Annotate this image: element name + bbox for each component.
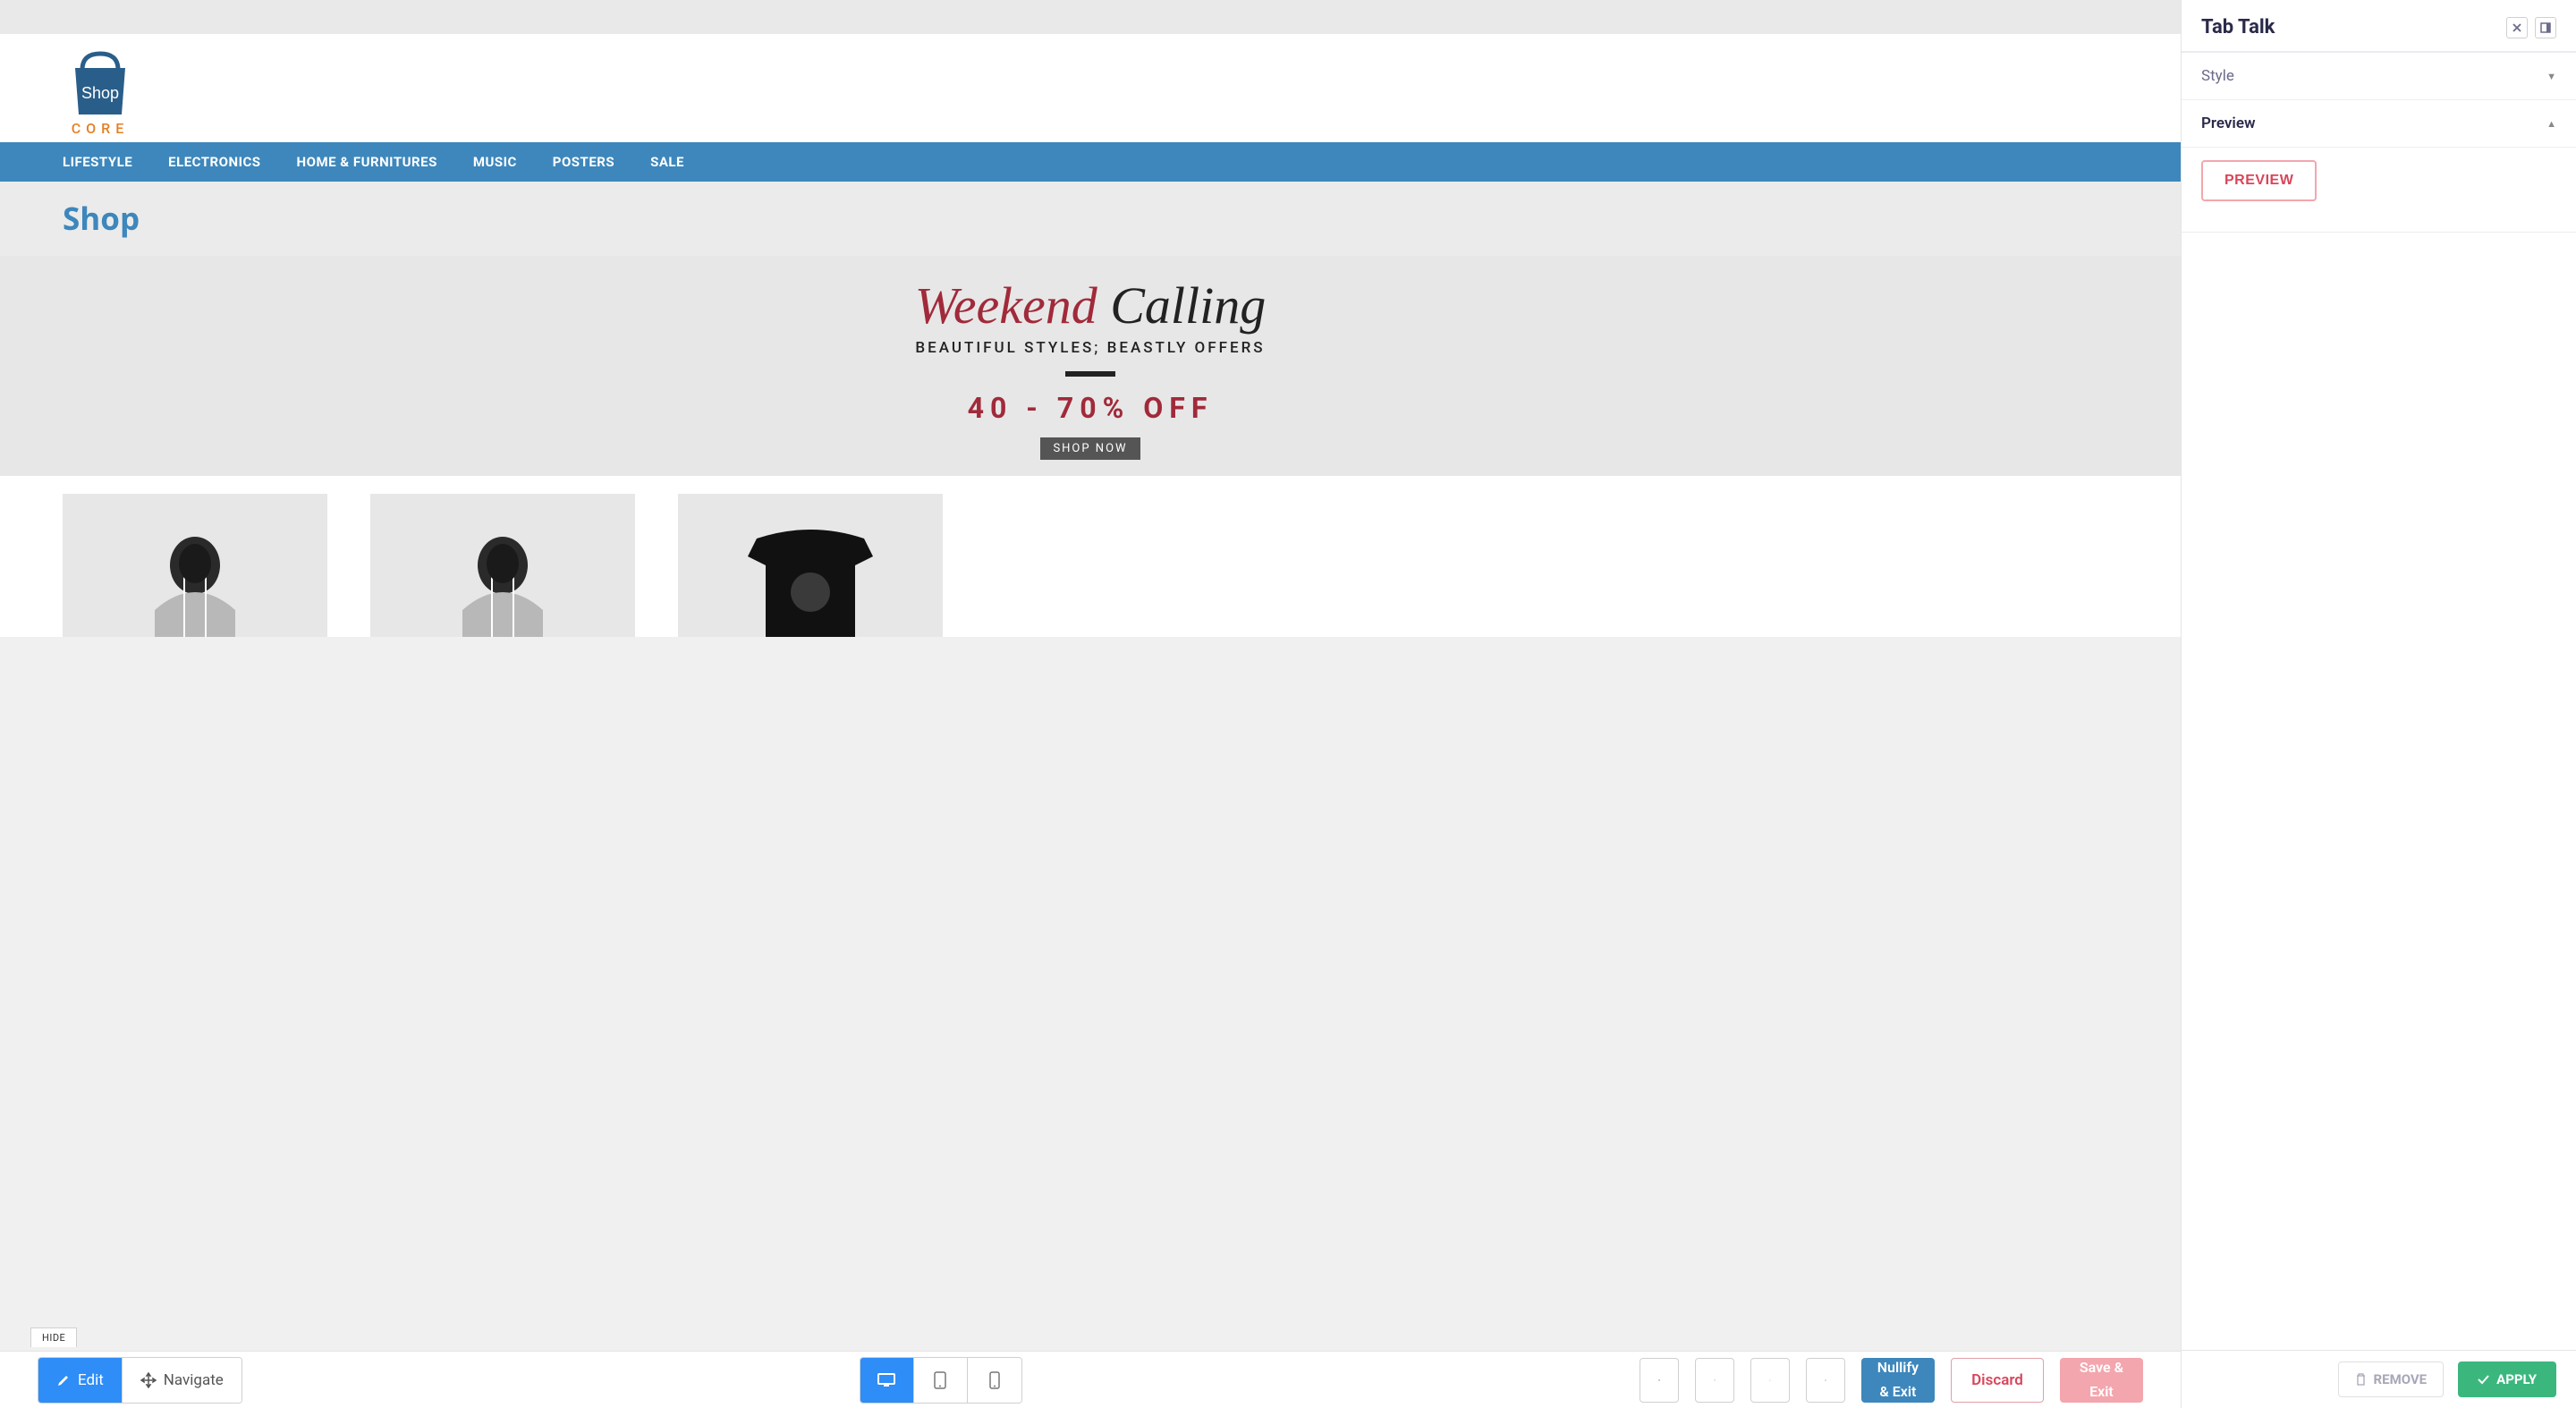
preview-section-content: PREVIEW: [2182, 148, 2576, 233]
nav-electronics[interactable]: ELECTRONICS: [168, 154, 260, 170]
nav-music[interactable]: MUSIC: [473, 154, 517, 170]
desktop-view-button[interactable]: [860, 1358, 914, 1403]
nullify-exit-button[interactable]: Nullify & Exit: [1861, 1358, 1935, 1403]
page-title: Shop: [63, 198, 2118, 240]
remove-button: REMOVE: [2338, 1361, 2445, 1397]
banner-divider: [1065, 371, 1115, 377]
tablet-view-button[interactable]: [914, 1358, 968, 1403]
pencil-icon: [56, 1373, 71, 1387]
mobile-icon: [989, 1371, 1000, 1389]
page-title-bar: Shop: [0, 182, 2181, 256]
trash-icon: [2355, 1373, 2367, 1386]
mode-group: Edit Navigate: [38, 1357, 242, 1404]
promo-banner: Weekend Calling BEAUTIFUL STYLES; BEASTL…: [0, 256, 2181, 476]
site-header: Shop CORE: [0, 34, 2181, 142]
save-exit-button[interactable]: Save & Exit: [2060, 1358, 2143, 1403]
hide-tab[interactable]: HIDE: [30, 1327, 77, 1347]
banner-subtitle: BEAUTIFUL STYLES; BEASTLY OFFERS: [915, 339, 1265, 357]
click-button[interactable]: [1750, 1358, 1790, 1403]
dock-panel-button[interactable]: [2535, 17, 2556, 38]
website-preview: Shop CORE LIFESTYLE ELECTRONICS HOME & F…: [0, 0, 2181, 1351]
main-nav: LIFESTYLE ELECTRONICS HOME & FURNITURES …: [0, 142, 2181, 182]
history-icon: [1714, 1371, 1716, 1389]
panel-footer: REMOVE APPLY: [2182, 1350, 2576, 1408]
nav-lifestyle[interactable]: LIFESTYLE: [63, 154, 132, 170]
style-section-header[interactable]: Style ▼: [2182, 53, 2576, 100]
navigate-button[interactable]: Navigate: [123, 1358, 242, 1403]
history-button[interactable]: [1695, 1358, 1734, 1403]
nav-posters[interactable]: POSTERS: [553, 154, 614, 170]
preview-button[interactable]: PREVIEW: [2201, 160, 2317, 201]
panel-header: Tab Talk: [2182, 0, 2576, 53]
close-icon: [2512, 22, 2522, 33]
svg-text:Shop: Shop: [81, 84, 119, 102]
check-icon: [2478, 1375, 2489, 1385]
nav-sale[interactable]: SALE: [650, 154, 684, 170]
viewport-group: [860, 1357, 1022, 1404]
desktop-icon: [877, 1372, 896, 1388]
help-icon: ?: [1658, 1371, 1660, 1389]
plus-icon: [1825, 1372, 1826, 1388]
discard-button[interactable]: Discard: [1951, 1358, 2044, 1403]
properties-panel: Tab Talk Style ▼ Preview ▲ PREVIEW REMOV…: [2181, 0, 2576, 1408]
move-icon: [140, 1372, 157, 1388]
help-button[interactable]: ?: [1640, 1358, 1679, 1403]
site-logo[interactable]: Shop CORE: [63, 43, 138, 137]
logo-subtext: CORE: [72, 120, 130, 137]
cursor-click-icon: [1769, 1371, 1771, 1389]
nav-home-furnitures[interactable]: HOME & FURNITURES: [297, 154, 437, 170]
banner-headline: Weekend Calling: [915, 276, 1267, 335]
edit-button[interactable]: Edit: [38, 1358, 123, 1403]
product-card[interactable]: [63, 494, 327, 637]
apply-button[interactable]: APPLY: [2458, 1361, 2556, 1397]
mobile-view-button[interactable]: [968, 1358, 1021, 1403]
product-card[interactable]: [678, 494, 943, 637]
preview-section-header[interactable]: Preview ▲: [2182, 100, 2576, 148]
add-button[interactable]: [1806, 1358, 1845, 1403]
product-grid: [0, 476, 2181, 637]
panel-title: Tab Talk: [2201, 16, 2499, 38]
shop-now-button[interactable]: SHOP NOW: [1040, 437, 1140, 460]
product-card[interactable]: [370, 494, 635, 637]
dock-icon: [2540, 22, 2551, 33]
chevron-down-icon: ▼: [2546, 71, 2556, 82]
chevron-up-icon: ▲: [2546, 118, 2556, 130]
banner-discount: 40 - 70% OFF: [968, 391, 1214, 425]
bottom-toolbar: Edit Navigate: [0, 1351, 2181, 1408]
close-panel-button[interactable]: [2506, 17, 2528, 38]
tablet-icon: [933, 1371, 947, 1389]
